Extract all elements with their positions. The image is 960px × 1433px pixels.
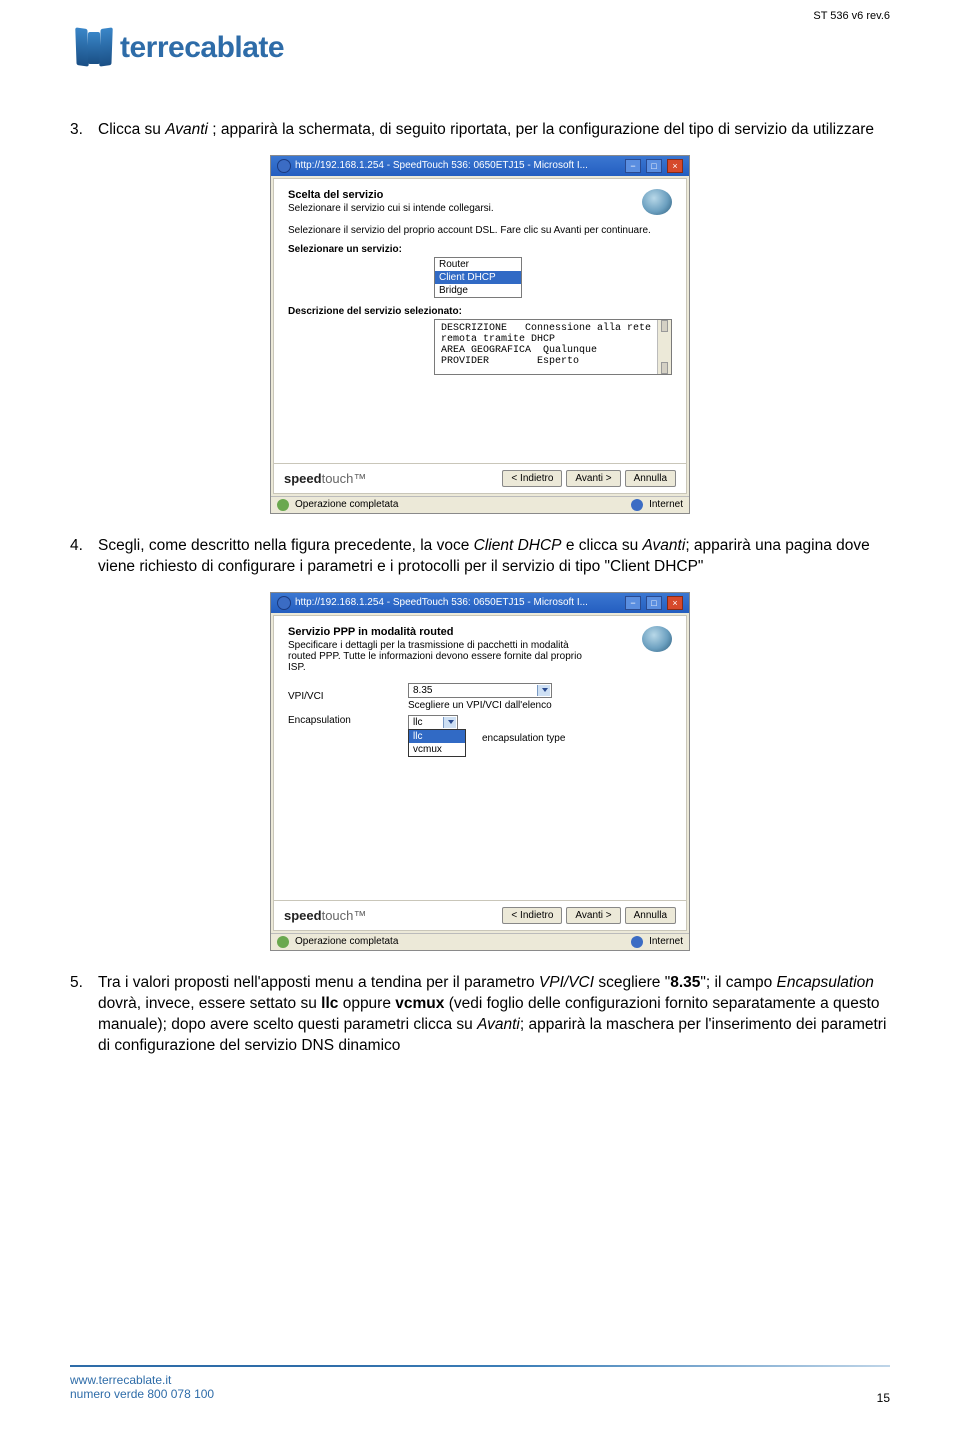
- page-title: Servizio PPP in modalità routed: [288, 626, 588, 638]
- window-titlebar: http://192.168.1.254 - SpeedTouch 536: 0…: [271, 593, 689, 613]
- step-text: Tra i valori proposti nell'apposti menu …: [98, 973, 890, 1057]
- encapsulation-label: Encapsulation: [288, 715, 398, 726]
- instruction-text: Selezionare il servizio del proprio acco…: [288, 225, 672, 236]
- next-button[interactable]: Avanti >: [566, 470, 620, 487]
- step-number: 5.: [70, 973, 88, 1057]
- logo: terrecablate: [70, 26, 890, 70]
- option-client-dhcp[interactable]: Client DHCP: [435, 271, 521, 284]
- internet-icon: [631, 936, 643, 948]
- speedtouch-brand: speedtouch™: [284, 471, 366, 486]
- zone-text: Internet: [649, 936, 683, 947]
- minimize-button[interactable]: −: [625, 159, 641, 173]
- option-vcmux[interactable]: vcmux: [409, 743, 465, 756]
- cancel-button[interactable]: Annulla: [625, 470, 676, 487]
- step-5: 5. Tra i valori proposti nell'apposti me…: [70, 973, 890, 1057]
- option-bridge[interactable]: Bridge: [435, 284, 521, 297]
- back-button[interactable]: < Indietro: [502, 470, 562, 487]
- done-icon: [277, 499, 289, 511]
- window-body: Scelta del servizio Selezionare il servi…: [273, 178, 687, 494]
- step-text: Scegli, come descritto nella figura prec…: [98, 536, 890, 578]
- wizard-footer: speedtouch™ < Indietro Avanti > Annulla: [274, 463, 686, 493]
- globe-icon: [642, 189, 672, 215]
- close-button[interactable]: ×: [667, 596, 683, 610]
- status-text: Operazione completata: [295, 936, 398, 947]
- step-4: 4. Scegli, come descritto nella figura p…: [70, 536, 890, 578]
- encapsulation-hint: encapsulation type: [482, 733, 565, 744]
- step-number: 4.: [70, 536, 88, 578]
- status-bar: Operazione completata Internet: [271, 933, 689, 950]
- service-select[interactable]: Router Client DHCP Bridge: [434, 257, 522, 298]
- vpi-vci-combo[interactable]: 8.35: [408, 683, 552, 698]
- maximize-button[interactable]: □: [646, 596, 662, 610]
- zone-text: Internet: [649, 499, 683, 510]
- encapsulation-dropdown[interactable]: llc vcmux: [408, 729, 466, 757]
- encapsulation-combo[interactable]: llc llc vcmux: [408, 715, 458, 730]
- footer-rule: [70, 1365, 890, 1367]
- option-router[interactable]: Router: [435, 258, 521, 271]
- ie-icon: [277, 596, 291, 610]
- cancel-button[interactable]: Annulla: [625, 907, 676, 924]
- done-icon: [277, 936, 289, 948]
- status-text: Operazione completata: [295, 499, 398, 510]
- description-label: Descrizione del servizio selezionato:: [288, 306, 672, 317]
- logo-icon: [70, 26, 114, 70]
- page-subtitle: Selezionare il servizio cui si intende c…: [288, 203, 494, 214]
- logo-text: terrecablate: [120, 31, 284, 65]
- step-3: 3. Clicca su Avanti ; apparirà la scherm…: [70, 120, 890, 141]
- description-textbox: DESCRIZIONE Connessione alla rete remota…: [434, 319, 672, 375]
- select-service-label: Selezionare un servizio:: [288, 244, 672, 255]
- page-subtitle: Specificare i dettagli per la trasmissio…: [288, 640, 588, 673]
- footer-phone: numero verde 800 078 100: [70, 1387, 890, 1401]
- back-button[interactable]: < Indietro: [502, 907, 562, 924]
- internet-icon: [631, 499, 643, 511]
- vpi-vci-row: VPI/VCI 8.35 Scegliere un VPI/VCI dall'e…: [288, 683, 672, 711]
- vpi-vci-label: VPI/VCI: [288, 691, 398, 702]
- scrollbar[interactable]: [657, 320, 671, 374]
- screenshot-2: http://192.168.1.254 - SpeedTouch 536: 0…: [270, 592, 690, 951]
- doc-header: ST 536 v6 rev.6: [813, 10, 890, 22]
- page-number: 15: [877, 1391, 890, 1405]
- encapsulation-row: Encapsulation llc llc vcmux encapsulatio…: [288, 715, 672, 730]
- speedtouch-brand: speedtouch™: [284, 908, 366, 923]
- vpi-vci-hint: Scegliere un VPI/VCI dall'elenco: [408, 700, 552, 711]
- minimize-button[interactable]: −: [625, 596, 641, 610]
- step-number: 3.: [70, 120, 88, 141]
- window-title: http://192.168.1.254 - SpeedTouch 536: 0…: [295, 160, 588, 171]
- status-bar: Operazione completata Internet: [271, 496, 689, 513]
- screenshot-1: http://192.168.1.254 - SpeedTouch 536: 0…: [270, 155, 690, 514]
- window-titlebar: http://192.168.1.254 - SpeedTouch 536: 0…: [271, 156, 689, 176]
- maximize-button[interactable]: □: [646, 159, 662, 173]
- ie-icon: [277, 159, 291, 173]
- window-body: Servizio PPP in modalità routed Specific…: [273, 615, 687, 931]
- option-llc[interactable]: llc: [409, 730, 465, 743]
- footer-url: www.terrecablate.it: [70, 1373, 890, 1387]
- step-text: Clicca su Avanti ; apparirà la schermata…: [98, 120, 874, 141]
- page-footer: www.terrecablate.it numero verde 800 078…: [70, 1365, 890, 1401]
- globe-icon: [642, 626, 672, 652]
- window-title: http://192.168.1.254 - SpeedTouch 536: 0…: [295, 597, 588, 608]
- page-title: Scelta del servizio: [288, 189, 494, 201]
- next-button[interactable]: Avanti >: [566, 907, 620, 924]
- wizard-footer: speedtouch™ < Indietro Avanti > Annulla: [274, 900, 686, 930]
- close-button[interactable]: ×: [667, 159, 683, 173]
